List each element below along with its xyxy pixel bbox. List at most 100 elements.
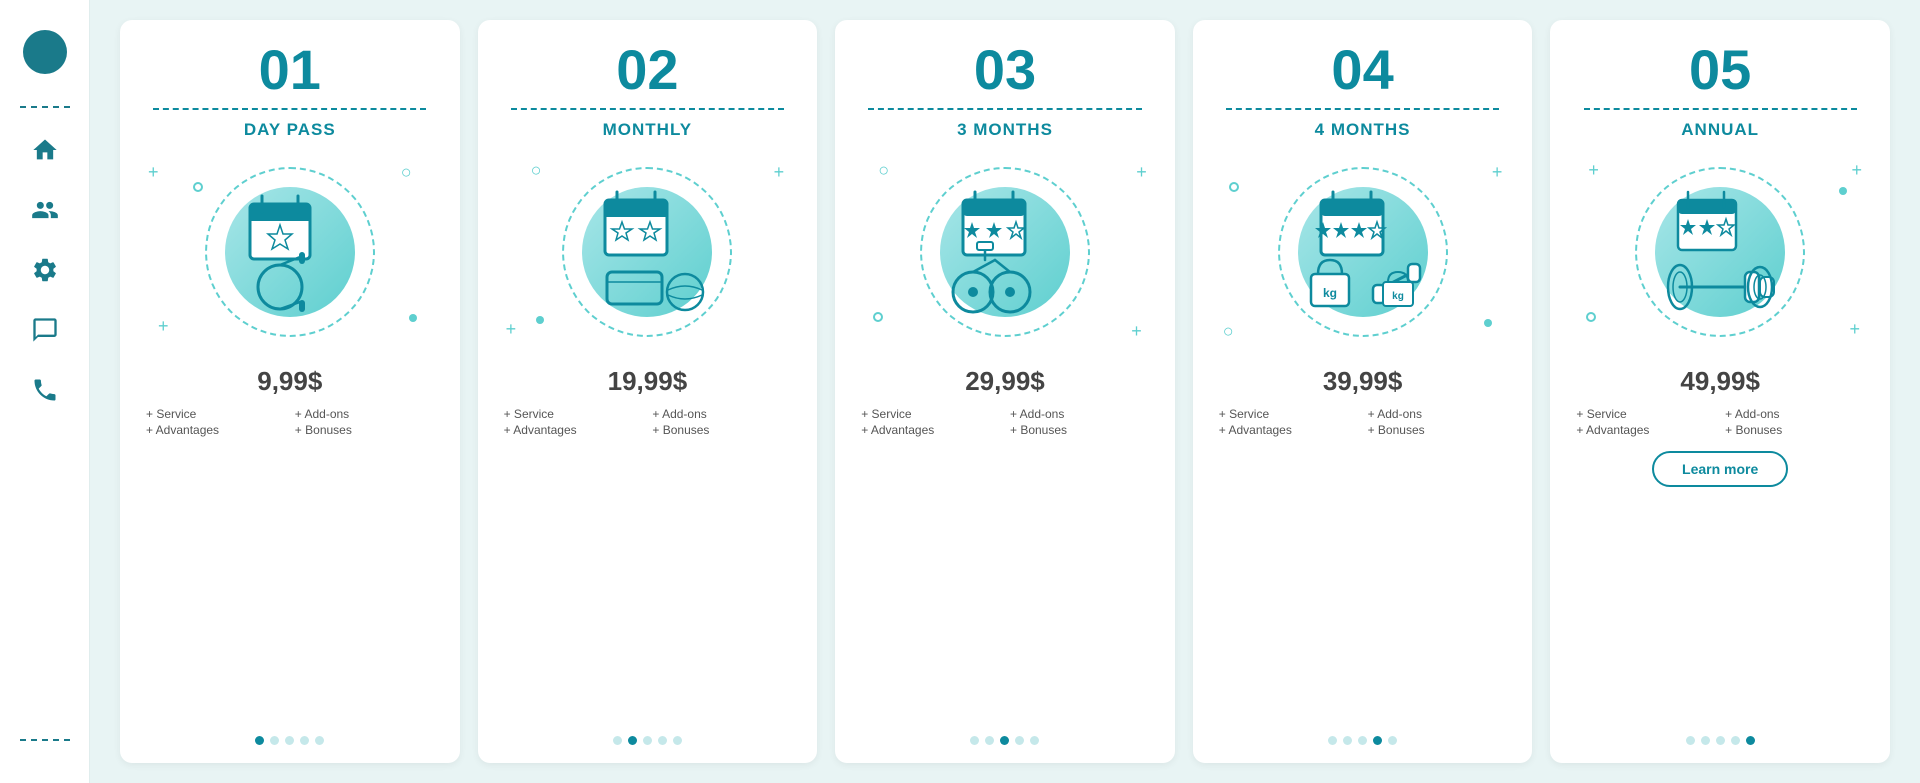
card-3-feature-2: + Add-ons	[1010, 407, 1149, 421]
card-5-feature-1: + Service	[1576, 407, 1715, 421]
card-1-divider	[153, 108, 426, 110]
card-4months: 04 4 MONTHS + ○ kg	[1193, 20, 1533, 763]
dot-5-3[interactable]	[1716, 736, 1725, 745]
dot-5-4[interactable]	[1731, 736, 1740, 745]
card-3-icon-area: ○ + +	[853, 152, 1157, 352]
card-4-features: + Service + Add-ons + Advantages + Bonus…	[1211, 407, 1515, 437]
card-3-feature-4: + Bonuses	[1010, 423, 1149, 437]
logo-circle	[23, 30, 67, 74]
card-2-divider	[511, 108, 784, 110]
card-1-icon	[220, 182, 360, 322]
dot-2-2[interactable]	[628, 736, 637, 745]
card-3months: 03 3 MONTHS ○ + +	[835, 20, 1175, 763]
card-2-feature-3: + Advantages	[504, 423, 643, 437]
card-1-price: 9,99$	[257, 366, 322, 397]
dot-1-5[interactable]	[315, 736, 324, 745]
card-2-title: MONTHLY	[603, 120, 693, 140]
card-4-title: 4 MONTHS	[1315, 120, 1411, 140]
card-4-icon: kg kg	[1293, 182, 1433, 322]
dot-4-5[interactable]	[1388, 736, 1397, 745]
dot-5-2[interactable]	[1701, 736, 1710, 745]
card-1-feature-2: + Add-ons	[295, 407, 434, 421]
sidebar-divider-top	[20, 106, 70, 108]
card-monthly: 02 MONTHLY + ○ +	[478, 20, 818, 763]
dot-3-4[interactable]	[1015, 736, 1024, 745]
dot-4-2[interactable]	[1343, 736, 1352, 745]
card-4-feature-2: + Add-ons	[1368, 407, 1507, 421]
card-3-number: 03	[974, 42, 1036, 98]
dot-4-1[interactable]	[1328, 736, 1337, 745]
card-2-feature-1: + Service	[504, 407, 643, 421]
main-content: 01 DAY PASS + ○ +	[90, 0, 1920, 783]
dot-3-3[interactable]	[1000, 736, 1009, 745]
card-1-feature-4: + Bonuses	[295, 423, 434, 437]
card-3-title: 3 MONTHS	[957, 120, 1053, 140]
sidebar	[0, 0, 90, 783]
card-5-features: + Service + Add-ons + Advantages + Bonus…	[1568, 407, 1872, 437]
dot-2-5[interactable]	[673, 736, 682, 745]
dot-2-1[interactable]	[613, 736, 622, 745]
card-5-dots	[1686, 730, 1755, 745]
card-5-feature-2: + Add-ons	[1725, 407, 1864, 421]
card-2-features: + Service + Add-ons + Advantages + Bonus…	[496, 407, 800, 437]
dot-3-1[interactable]	[970, 736, 979, 745]
card-5-icon	[1650, 182, 1790, 322]
dot-1-1[interactable]	[255, 736, 264, 745]
card-day-pass: 01 DAY PASS + ○ +	[120, 20, 460, 763]
card-3-dots	[970, 730, 1039, 745]
card-4-feature-1: + Service	[1219, 407, 1358, 421]
card-annual: 05 ANNUAL + + +	[1550, 20, 1890, 763]
card-2-number: 02	[616, 42, 678, 98]
sidebar-divider-bottom	[20, 739, 70, 741]
dot-4-3[interactable]	[1358, 736, 1367, 745]
dot-3-2[interactable]	[985, 736, 994, 745]
sidebar-item-home[interactable]	[23, 128, 67, 172]
card-1-dots	[255, 730, 324, 745]
card-2-price: 19,99$	[608, 366, 688, 397]
dot-1-3[interactable]	[285, 736, 294, 745]
card-2-icon	[577, 182, 717, 322]
card-5-divider	[1584, 108, 1857, 110]
svg-text:kg: kg	[1323, 286, 1337, 300]
learn-more-button[interactable]: Learn more	[1652, 451, 1788, 487]
dot-1-4[interactable]	[300, 736, 309, 745]
card-5-icon-area: + + +	[1568, 152, 1872, 352]
dot-2-3[interactable]	[643, 736, 652, 745]
card-5-number: 05	[1689, 42, 1751, 98]
card-2-feature-2: + Add-ons	[652, 407, 791, 421]
dot-1-2[interactable]	[270, 736, 279, 745]
card-5-price: 49,99$	[1680, 366, 1760, 397]
card-2-icon-area: + ○ +	[496, 152, 800, 352]
sidebar-item-messages[interactable]	[23, 308, 67, 352]
card-1-feature-1: + Service	[146, 407, 285, 421]
card-5-feature-4: + Bonuses	[1725, 423, 1864, 437]
card-2-feature-4: + Bonuses	[652, 423, 791, 437]
card-3-divider	[868, 108, 1141, 110]
card-4-price: 39,99$	[1323, 366, 1403, 397]
card-4-feature-3: + Advantages	[1219, 423, 1358, 437]
dot-3-5[interactable]	[1030, 736, 1039, 745]
dot-2-4[interactable]	[658, 736, 667, 745]
card-5-feature-3: + Advantages	[1576, 423, 1715, 437]
sidebar-item-users[interactable]	[23, 188, 67, 232]
card-3-features: + Service + Add-ons + Advantages + Bonus…	[853, 407, 1157, 437]
card-2-dots	[613, 730, 682, 745]
card-3-feature-3: + Advantages	[861, 423, 1000, 437]
dot-5-5[interactable]	[1746, 736, 1755, 745]
card-4-dots	[1328, 730, 1397, 745]
svg-text:kg: kg	[1392, 291, 1404, 302]
card-5-title: ANNUAL	[1681, 120, 1759, 140]
card-1-title: DAY PASS	[244, 120, 336, 140]
sidebar-item-phone[interactable]	[23, 368, 67, 412]
card-3-feature-1: + Service	[861, 407, 1000, 421]
dot-4-4[interactable]	[1373, 736, 1382, 745]
card-4-number: 04	[1331, 42, 1393, 98]
card-3-price: 29,99$	[965, 366, 1045, 397]
card-4-feature-4: + Bonuses	[1368, 423, 1507, 437]
card-1-icon-area: + ○ +	[138, 152, 442, 352]
card-4-divider	[1226, 108, 1499, 110]
card-1-number: 01	[259, 42, 321, 98]
dot-5-1[interactable]	[1686, 736, 1695, 745]
card-1-feature-3: + Advantages	[146, 423, 285, 437]
sidebar-item-settings[interactable]	[23, 248, 67, 292]
